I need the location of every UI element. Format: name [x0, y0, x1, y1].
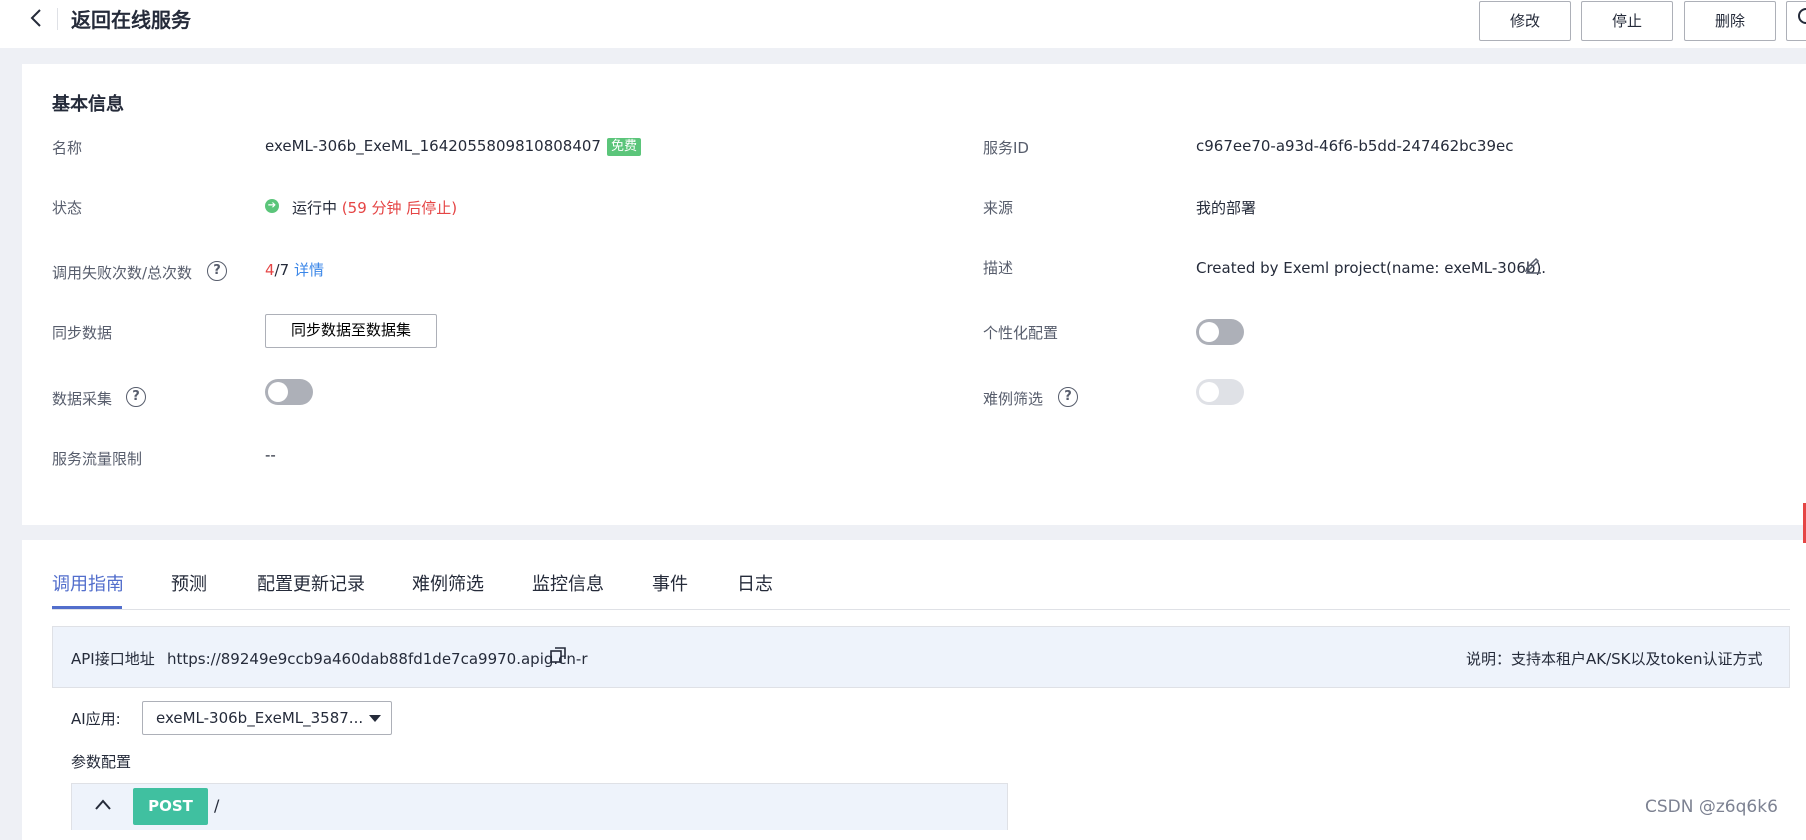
calls-value: 4/7 详情	[265, 259, 324, 280]
post-method-badge: POST	[133, 788, 208, 825]
watermark: CSDN @z6q6k6	[1645, 797, 1778, 817]
refresh-button[interactable]	[1786, 1, 1806, 41]
status-value: 运行中 (59 分钟 后停止)	[292, 197, 457, 218]
name-label: 名称	[52, 139, 83, 157]
copy-icon[interactable]	[550, 647, 566, 663]
api-address-label: API接口地址	[71, 650, 155, 668]
ai-app-label: AI应用:	[71, 710, 121, 728]
tab-logs[interactable]: 日志	[737, 570, 773, 596]
service-id-label: 服务ID	[983, 139, 1029, 157]
edit-description-icon[interactable]	[1523, 254, 1543, 274]
delete-button[interactable]: 删除	[1684, 1, 1776, 41]
caret-down-icon	[369, 715, 381, 722]
basic-info-card	[22, 64, 1806, 525]
data-collect-toggle[interactable]	[265, 379, 313, 405]
param-config-label: 参数配置	[71, 753, 132, 771]
page-title[interactable]: 返回在线服务	[71, 6, 191, 34]
calls-label: 调用失败次数/总次数	[52, 264, 193, 282]
flow-limit-value: --	[265, 446, 276, 464]
edit-button[interactable]: 修改	[1479, 1, 1571, 41]
source-label: 来源	[983, 199, 1014, 217]
calls-total-count: /7	[274, 261, 290, 279]
help-icon-data-collect[interactable]: ?	[126, 387, 146, 407]
active-tab-indicator	[52, 606, 122, 609]
calls-failed-count: 4	[265, 261, 275, 279]
service-id-value: c967ee70-a93d-46f6-b5dd-247462bc39ec	[1196, 137, 1514, 155]
hard-example-label: 难例筛选	[983, 390, 1044, 408]
personal-config-label: 个性化配置	[983, 324, 1059, 342]
status-text: 运行中	[292, 199, 338, 217]
flow-limit-label: 服务流量限制	[52, 450, 143, 468]
api-address-url[interactable]: https://89249e9ccb9a460dab88fd1de7ca9970…	[167, 650, 587, 668]
endpoint-path: /	[214, 796, 220, 815]
top-bar: 返回在线服务 修改 停止 删除	[0, 0, 1806, 48]
source-value: 我的部署	[1196, 199, 1257, 217]
sync-data-label: 同步数据	[52, 324, 113, 342]
sync-to-dataset-button[interactable]: 同步数据至数据集	[265, 314, 437, 348]
tab-call-guide[interactable]: 调用指南	[52, 570, 124, 596]
tab-config-history[interactable]: 配置更新记录	[257, 570, 365, 596]
data-collect-label: 数据采集	[52, 390, 113, 408]
service-name-value: exeML-306b_ExeML_1642055809810808407 免费	[265, 137, 641, 156]
help-icon-hard-example[interactable]: ?	[1058, 387, 1078, 407]
back-arrow-icon[interactable]	[30, 8, 50, 32]
ai-app-select[interactable]: exeML-306b_ExeML_3587...	[142, 701, 392, 735]
tab-hard-example[interactable]: 难例筛选	[412, 570, 484, 596]
calls-detail-link[interactable]: 详情	[294, 261, 324, 279]
stop-button[interactable]: 停止	[1581, 1, 1673, 41]
help-icon-calls[interactable]: ?	[207, 261, 227, 281]
title-divider	[57, 8, 58, 30]
auth-note: 说明：支持本租户AK/SK以及token认证方式	[1466, 650, 1763, 668]
hard-example-toggle	[1196, 379, 1244, 405]
free-badge: 免费	[606, 138, 641, 156]
post-endpoint-row[interactable]: POST /	[71, 783, 1008, 830]
personal-config-toggle[interactable]	[1196, 319, 1244, 345]
ai-app-selected-value: exeML-306b_ExeML_3587...	[156, 709, 364, 727]
chevron-up-icon[interactable]	[94, 798, 112, 812]
tab-events[interactable]: 事件	[652, 570, 688, 596]
refresh-icon	[1798, 8, 1806, 24]
section-title-basic-info: 基本信息	[52, 94, 124, 115]
tab-monitoring[interactable]: 监控信息	[532, 570, 604, 596]
tabs-divider	[52, 609, 1790, 610]
running-status-icon: ➔	[265, 199, 279, 213]
service-name-text: exeML-306b_ExeML_1642055809810808407	[265, 137, 601, 155]
status-label: 状态	[52, 199, 83, 217]
status-remaining-time: (59 分钟 后停止)	[341, 199, 458, 217]
description-label: 描述	[983, 259, 1014, 277]
tab-predict[interactable]: 预测	[171, 570, 207, 596]
description-value: Created by Exeml project(name: exeML-306…	[1196, 259, 1547, 277]
